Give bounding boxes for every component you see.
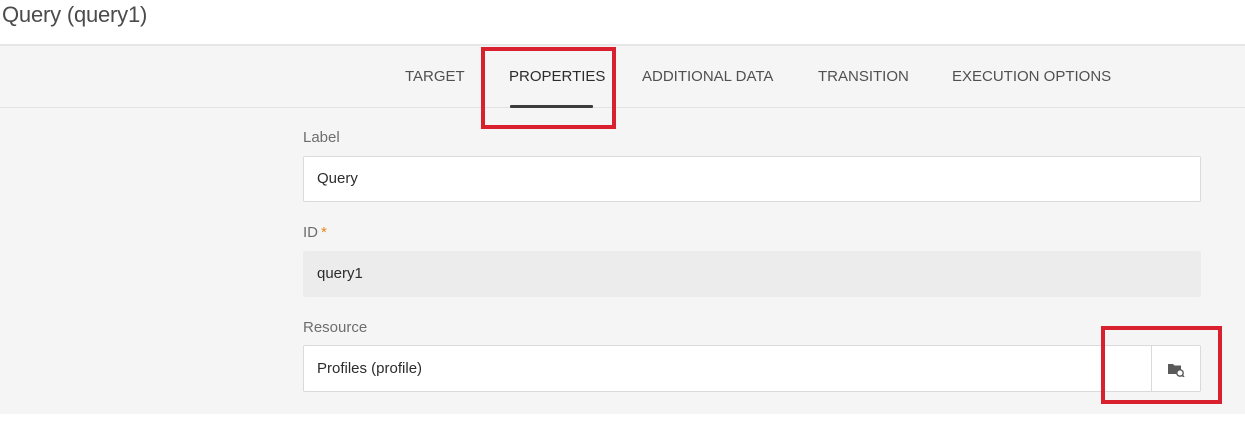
id-field-label: ID * xyxy=(303,224,327,241)
folder-search-icon xyxy=(1168,363,1185,377)
query-properties-page: Query (query1) TARGET PROPERTIES ADDITIO… xyxy=(0,0,1245,429)
tab-additional-data[interactable]: ADDITIONAL DATA xyxy=(642,68,773,85)
tab-bar: TARGET PROPERTIES ADDITIONAL DATA TRANSI… xyxy=(0,44,1245,108)
tab-properties[interactable]: PROPERTIES xyxy=(509,68,605,85)
resource-value: Profiles (profile) xyxy=(317,360,423,377)
label-field-label: Label xyxy=(303,129,340,146)
label-input[interactable]: Query xyxy=(303,156,1201,202)
resource-field-label: Resource xyxy=(303,319,368,336)
window-title: Query (query1) xyxy=(2,2,148,27)
tab-transition[interactable]: TRANSITION xyxy=(818,68,909,85)
id-field-label-text: ID xyxy=(303,224,318,241)
resource-field[interactable]: Profiles (profile) xyxy=(303,345,1201,392)
id-input: query1 xyxy=(303,251,1201,297)
required-marker: * xyxy=(321,224,327,241)
tab-target[interactable]: TARGET xyxy=(405,68,465,85)
resource-browse-button[interactable] xyxy=(1151,346,1200,391)
tab-execution-options[interactable]: EXECUTION OPTIONS xyxy=(952,68,1111,85)
